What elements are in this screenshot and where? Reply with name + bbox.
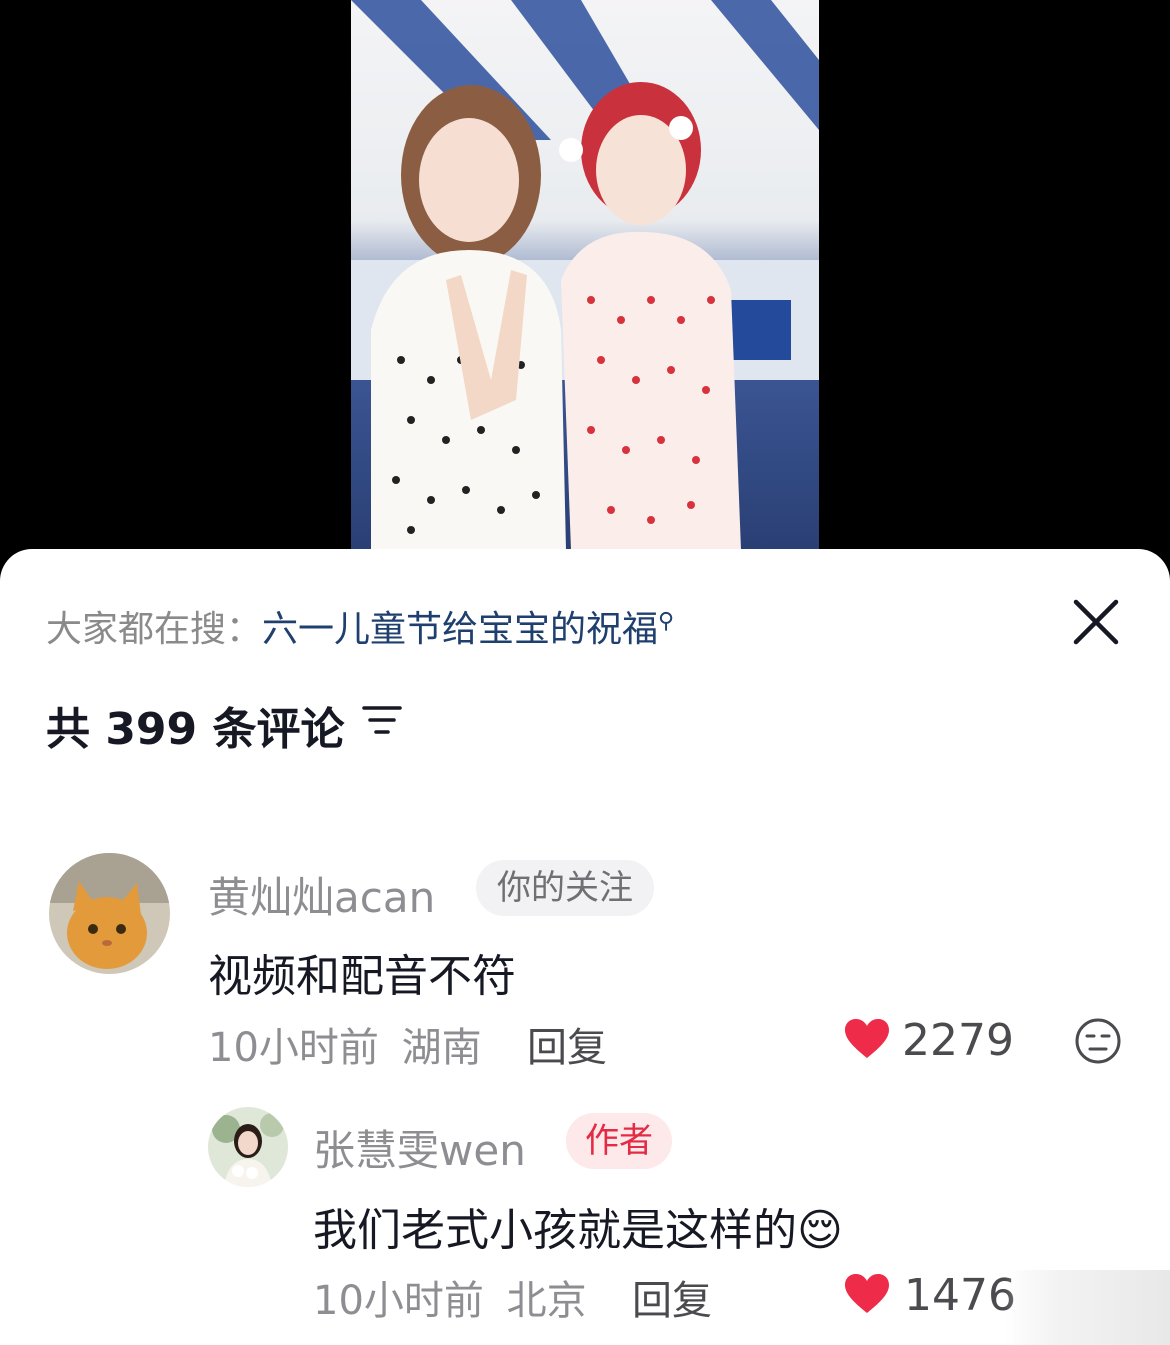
comment-meta: 10小时前 湖南 (208, 1015, 482, 1073)
comment-text: 视频和配音不符 (208, 951, 516, 1002)
close-icon[interactable] (1070, 596, 1122, 648)
like-count: 2279 (902, 1015, 1014, 1066)
comment-time: 10小时前 (208, 1025, 379, 1071)
neutral-face-icon[interactable] (1074, 1017, 1122, 1065)
heart-icon[interactable] (844, 1273, 890, 1315)
comment-username[interactable]: 张慧雯wen (313, 1117, 526, 1178)
trending-search-keyword[interactable]: 六一儿童节给宝宝的祝福 (262, 609, 658, 650)
video-area[interactable] (0, 0, 1170, 560)
comment-username[interactable]: 黄灿灿acan (208, 864, 435, 925)
author-badge: 作者 (566, 1113, 672, 1169)
trending-search[interactable]: 大家都在搜：六一儿童节给宝宝的祝福⚲ (46, 600, 674, 652)
watermark-overlay (1005, 1270, 1170, 1345)
comment-count: 共 399 条评论 (46, 704, 345, 755)
cat-avatar-image (49, 853, 170, 974)
photo-illustration (351, 0, 819, 550)
like-count: 1476 (904, 1270, 1016, 1321)
avatar[interactable] (208, 1107, 288, 1187)
reply-button[interactable]: 回复 (632, 1268, 712, 1326)
comment-text: 我们老式小孩就是这样的😌 (313, 1205, 843, 1256)
video-frame-photo (351, 0, 819, 550)
reply-button[interactable]: 回复 (527, 1015, 607, 1073)
following-badge: 你的关注 (476, 860, 654, 916)
comment-location: 湖南 (401, 1025, 482, 1071)
comment-time: 10小时前 (313, 1278, 484, 1324)
comment-meta: 10小时前 北京 (313, 1268, 587, 1326)
comment-location: 北京 (506, 1278, 587, 1324)
avatar[interactable] (49, 853, 170, 974)
author-avatar-image (208, 1107, 288, 1187)
heart-icon[interactable] (844, 1018, 890, 1060)
filter-icon[interactable] (362, 702, 402, 738)
trending-search-prefix: 大家都在搜： (46, 609, 263, 650)
search-icon: ⚲ (658, 609, 675, 634)
